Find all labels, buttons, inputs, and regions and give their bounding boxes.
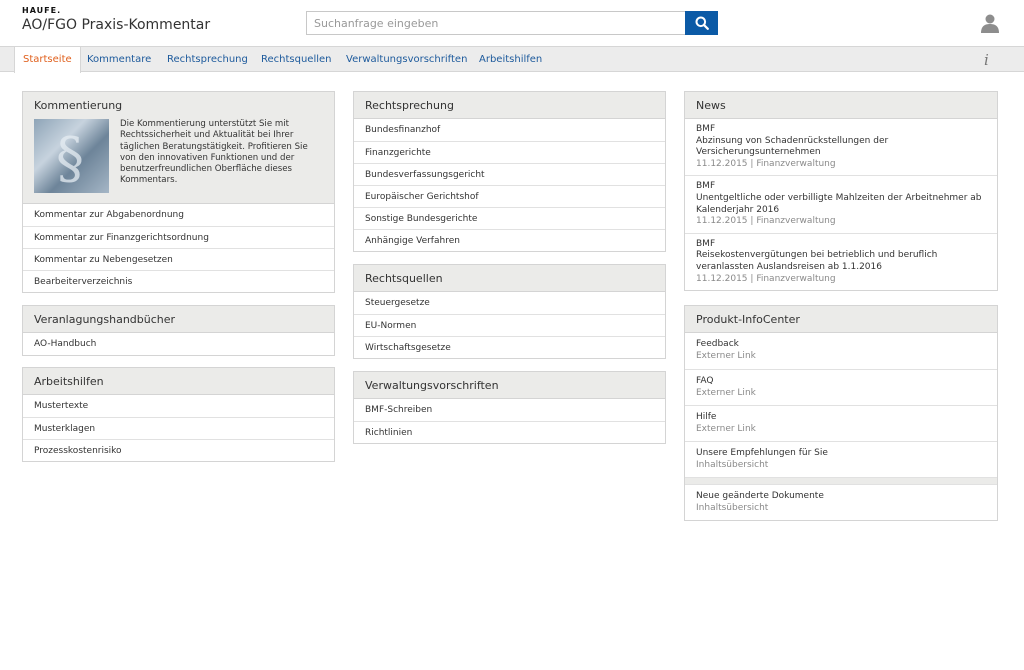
news-headline[interactable]: Abzinsung von Schadenrückstellungen der … xyxy=(696,136,986,159)
panel-rechtsquellen: Rechtsquellen Steuergesetze EU-Normen Wi… xyxy=(353,264,666,359)
panel-title: Rechtsquellen xyxy=(354,265,665,292)
divider xyxy=(685,477,997,484)
news-date: 11.12.2015 xyxy=(696,273,748,284)
news-date: 11.12.2015 xyxy=(696,216,748,227)
tab-rechtsquellen[interactable]: Rechtsquellen xyxy=(261,47,332,72)
list-item[interactable]: Bearbeiterverzeichnis xyxy=(23,270,334,292)
info-label[interactable]: FAQ xyxy=(696,375,986,387)
info-label[interactable]: Neue geänderte Dokumente xyxy=(696,490,986,502)
info-label[interactable]: Unsere Empfehlungen für Sie xyxy=(696,447,986,459)
main-nav: Startseite Kommentare Rechtsprechung Rec… xyxy=(0,46,1024,73)
list-item[interactable]: Steuergesetze xyxy=(354,292,665,314)
search-bar xyxy=(306,11,718,35)
list-item[interactable]: Bundesverfassungsgericht xyxy=(354,163,665,185)
news-headline[interactable]: Reisekostenvergütungen bei betrieblich u… xyxy=(696,250,986,273)
news-separator: | xyxy=(750,216,754,227)
info-sub: Inhaltsübersicht xyxy=(696,503,769,513)
intro-box: § Die Kommentierung unterstützt Sie mit … xyxy=(23,119,334,204)
tab-kommentare[interactable]: Kommentare xyxy=(87,47,151,72)
news-meta: 11.12.2015 | Finanzverwaltung xyxy=(696,159,986,171)
list-item[interactable]: Kommentar zu Nebengesetzen xyxy=(23,248,334,270)
paragraph-icon: § xyxy=(56,126,84,191)
list-item[interactable]: EU-Normen xyxy=(354,314,665,336)
info-label[interactable]: Hilfe xyxy=(696,411,986,423)
panel-rechtsprechung: Rechtsprechung Bundesfinanzhof Finanzger… xyxy=(353,91,666,252)
panel-verwaltungsvorschriften: Verwaltungsvorschriften BMF-Schreiben Ri… xyxy=(353,371,666,444)
news-date: 11.12.2015 xyxy=(696,158,748,169)
list-item[interactable]: Bundesfinanzhof xyxy=(354,119,665,141)
info-sub: Externer Link xyxy=(696,424,756,434)
list-item[interactable]: Kommentar zur Abgabenordnung xyxy=(23,204,334,226)
tab-rechtsprechung[interactable]: Rechtsprechung xyxy=(167,47,248,72)
panel-arbeitshilfen: Arbeitshilfen Mustertexte Musterklagen P… xyxy=(22,367,335,462)
panel-title: News xyxy=(685,92,997,119)
search-button[interactable] xyxy=(685,11,718,35)
app-header: HAUFE. AO/FGO Praxis-Kommentar xyxy=(0,0,1024,46)
panel-title: Veranlagungshandbücher xyxy=(23,306,334,333)
panel-title: Arbeitshilfen xyxy=(23,368,334,395)
list-item[interactable]: AO-Handbuch xyxy=(23,333,334,355)
info-icon[interactable]: i xyxy=(984,51,989,69)
tab-verwaltungsvorschriften[interactable]: Verwaltungsvorschriften xyxy=(346,47,467,72)
news-item[interactable]: BMF Reisekostenvergütungen bei betriebli… xyxy=(685,232,997,290)
info-label[interactable]: Feedback xyxy=(696,338,986,350)
panel-title: Verwaltungsvorschriften xyxy=(354,372,665,399)
info-item-faq[interactable]: FAQ Externer Link xyxy=(685,369,997,405)
news-meta: 11.12.2015 | Finanzverwaltung xyxy=(696,274,986,286)
brand-logo: HAUFE. xyxy=(22,6,62,15)
list-item[interactable]: Europäischer Gerichtshof xyxy=(354,185,665,207)
list-item[interactable]: Musterklagen xyxy=(23,417,334,439)
panel-produkt-infocenter: Produkt-InfoCenter Feedback Externer Lin… xyxy=(684,305,998,521)
list-item[interactable]: Kommentar zur Finanzgerichtsordnung xyxy=(23,226,334,248)
panel-veranlagungshandbuecher: Veranlagungshandbücher AO-Handbuch xyxy=(22,305,335,356)
news-category: Finanzverwaltung xyxy=(756,158,836,169)
panel-title: Rechtsprechung xyxy=(354,92,665,119)
tab-arbeitshilfen[interactable]: Arbeitshilfen xyxy=(479,47,542,72)
panel-news: News BMF Abzinsung von Schadenrückstellu… xyxy=(684,91,998,292)
list-item[interactable]: Anhängige Verfahren xyxy=(354,229,665,251)
search-icon xyxy=(695,16,709,30)
list-item[interactable]: Finanzgerichte xyxy=(354,141,665,163)
news-meta: 11.12.2015 | Finanzverwaltung xyxy=(696,216,986,228)
user-icon[interactable] xyxy=(980,13,1000,33)
list-item[interactable]: Mustertexte xyxy=(23,395,334,417)
info-item-feedback[interactable]: Feedback Externer Link xyxy=(685,333,997,369)
list-item[interactable]: Sonstige Bundesgerichte xyxy=(354,207,665,229)
info-sub: Externer Link xyxy=(696,388,756,398)
info-item-empfehlungen[interactable]: Unsere Empfehlungen für Sie Inhaltsübers… xyxy=(685,441,997,477)
search-input[interactable] xyxy=(306,11,686,35)
news-separator: | xyxy=(750,273,754,284)
info-sub: Externer Link xyxy=(696,351,756,361)
svg-text:§: § xyxy=(56,126,84,191)
info-item-hilfe[interactable]: Hilfe Externer Link xyxy=(685,405,997,441)
news-category: Finanzverwaltung xyxy=(756,273,836,284)
news-separator: | xyxy=(750,158,754,169)
list-item[interactable]: BMF-Schreiben xyxy=(354,399,665,421)
list-item[interactable]: Richtlinien xyxy=(354,421,665,443)
news-source: BMF xyxy=(696,181,716,192)
app-title: AO/FGO Praxis-Kommentar xyxy=(22,17,211,33)
paragraph-image: § xyxy=(34,119,109,193)
intro-text: Die Kommentierung unterstützt Sie mit Re… xyxy=(120,119,308,186)
news-category: Finanzverwaltung xyxy=(756,216,836,227)
news-source: BMF xyxy=(696,124,716,134)
news-source: BMF xyxy=(696,238,716,249)
tab-startseite[interactable]: Startseite xyxy=(14,47,81,73)
news-headline[interactable]: Unentgeltliche oder verbilligte Mahlzeit… xyxy=(696,193,986,216)
info-item-neue-dokumente[interactable]: Neue geänderte Dokumente Inhaltsübersich… xyxy=(685,484,997,520)
news-item[interactable]: BMF Unentgeltliche oder verbilligte Mahl… xyxy=(685,175,997,232)
panel-title: Produkt-InfoCenter xyxy=(685,306,997,333)
info-sub: Inhaltsübersicht xyxy=(696,460,769,470)
list-item[interactable]: Wirtschaftsgesetze xyxy=(354,336,665,358)
news-item[interactable]: BMF Abzinsung von Schadenrückstellungen … xyxy=(685,119,997,175)
panel-title: Kommentierung xyxy=(23,92,334,119)
list-item[interactable]: Prozesskostenrisiko xyxy=(23,439,334,461)
panel-kommentierung: Kommentierung § Die Kommentierung unters… xyxy=(22,91,335,293)
